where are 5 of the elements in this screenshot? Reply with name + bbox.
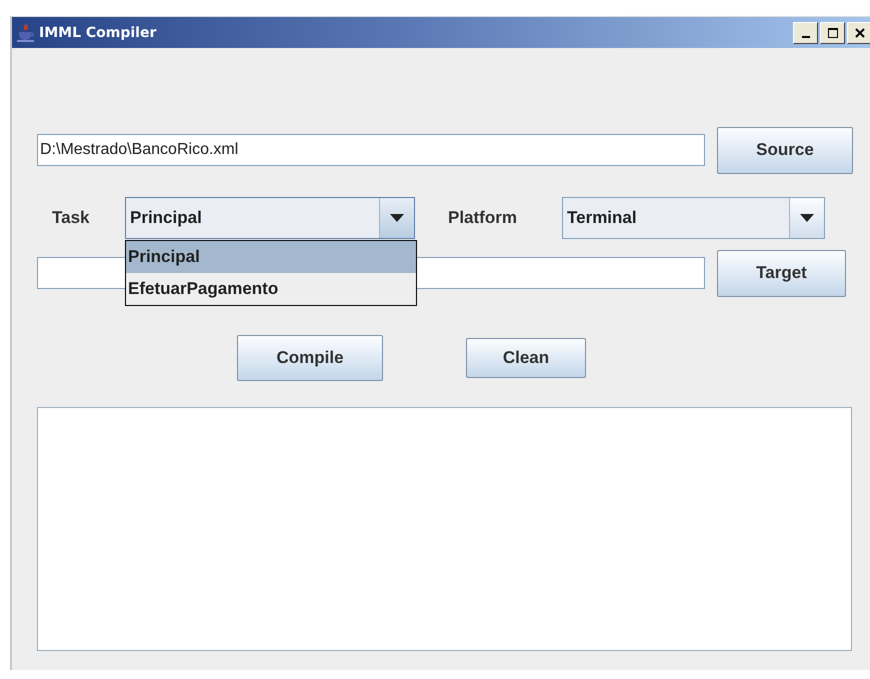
task-value: Principal: [129, 208, 203, 228]
platform-value: Terminal: [566, 208, 638, 228]
platform-label: Platform: [448, 208, 518, 228]
task-label: Task: [52, 208, 90, 228]
window-title: IMML Compiler: [39, 24, 156, 40]
